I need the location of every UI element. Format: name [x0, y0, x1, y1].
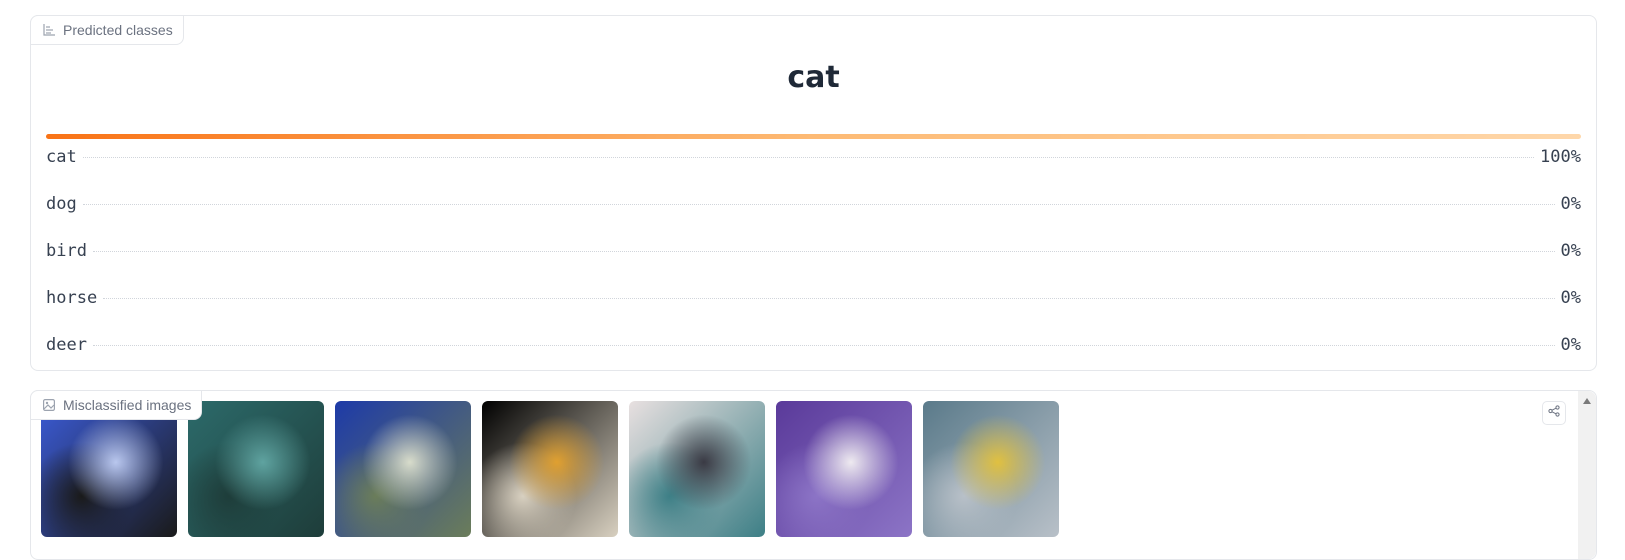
misclassified-images-label-text: Misclassified images: [63, 397, 192, 413]
confidence-bar: [46, 134, 1581, 139]
class-label: horse: [46, 288, 98, 308]
class-percent: 0%: [1560, 241, 1581, 261]
class-percent: 0%: [1560, 194, 1581, 214]
dotted-leader: [92, 251, 1555, 252]
misclassified-image-5[interactable]: [629, 401, 765, 537]
dotted-leader: [92, 345, 1555, 346]
confidence-list: cat 100% dog 0% bird 0% horse 0% deer 0%: [46, 134, 1581, 369]
image-gallery: [41, 401, 1059, 537]
misclassified-image-2[interactable]: [188, 401, 324, 537]
dotted-leader: [82, 204, 1555, 205]
confidence-bar-empty: [46, 275, 1581, 280]
dotted-leader: [103, 298, 1555, 299]
class-percent: 0%: [1560, 288, 1581, 308]
predicted-classes-label-text: Predicted classes: [63, 22, 173, 38]
confidence-row-dog: dog 0%: [46, 181, 1581, 228]
confidence-row-cat: cat 100%: [46, 134, 1581, 181]
scroll-up-arrow-icon[interactable]: [1583, 398, 1591, 404]
confidence-row-bird: bird 0%: [46, 228, 1581, 275]
confidence-bar-empty: [46, 322, 1581, 327]
confidence-line: cat 100%: [46, 147, 1581, 167]
confidence-line: bird 0%: [46, 241, 1581, 261]
confidence-bar-empty: [46, 228, 1581, 233]
class-percent: 100%: [1540, 147, 1581, 167]
class-label: deer: [46, 335, 87, 355]
predicted-classes-panel: Predicted classes cat cat 100% dog 0% bird 0%…: [30, 15, 1597, 371]
image-icon: [43, 399, 55, 411]
misclassified-image-3[interactable]: [335, 401, 471, 537]
confidence-row-horse: horse 0%: [46, 275, 1581, 322]
misclassified-image-1[interactable]: [41, 401, 177, 537]
confidence-line: dog 0%: [46, 194, 1581, 214]
class-percent: 0%: [1560, 335, 1581, 355]
scrollbar[interactable]: [1578, 391, 1596, 559]
confidence-line: horse 0%: [46, 288, 1581, 308]
misclassified-image-4[interactable]: [482, 401, 618, 537]
top-predicted-class: cat: [787, 60, 840, 95]
class-label: cat: [46, 147, 77, 167]
confidence-row-deer: deer 0%: [46, 322, 1581, 369]
share-icon: [1548, 404, 1560, 422]
bar-chart-icon: [43, 24, 55, 36]
misclassified-image-7[interactable]: [923, 401, 1059, 537]
misclassified-images-panel: Misclassified images: [30, 390, 1597, 560]
confidence-bar-empty: [46, 181, 1581, 186]
dotted-leader: [82, 157, 1535, 158]
class-label: dog: [46, 194, 77, 214]
share-button[interactable]: [1542, 401, 1566, 425]
misclassified-images-label: Misclassified images: [30, 390, 203, 420]
confidence-line: deer 0%: [46, 335, 1581, 355]
class-label: bird: [46, 241, 87, 261]
misclassified-image-6[interactable]: [776, 401, 912, 537]
predicted-classes-label: Predicted classes: [30, 15, 184, 45]
